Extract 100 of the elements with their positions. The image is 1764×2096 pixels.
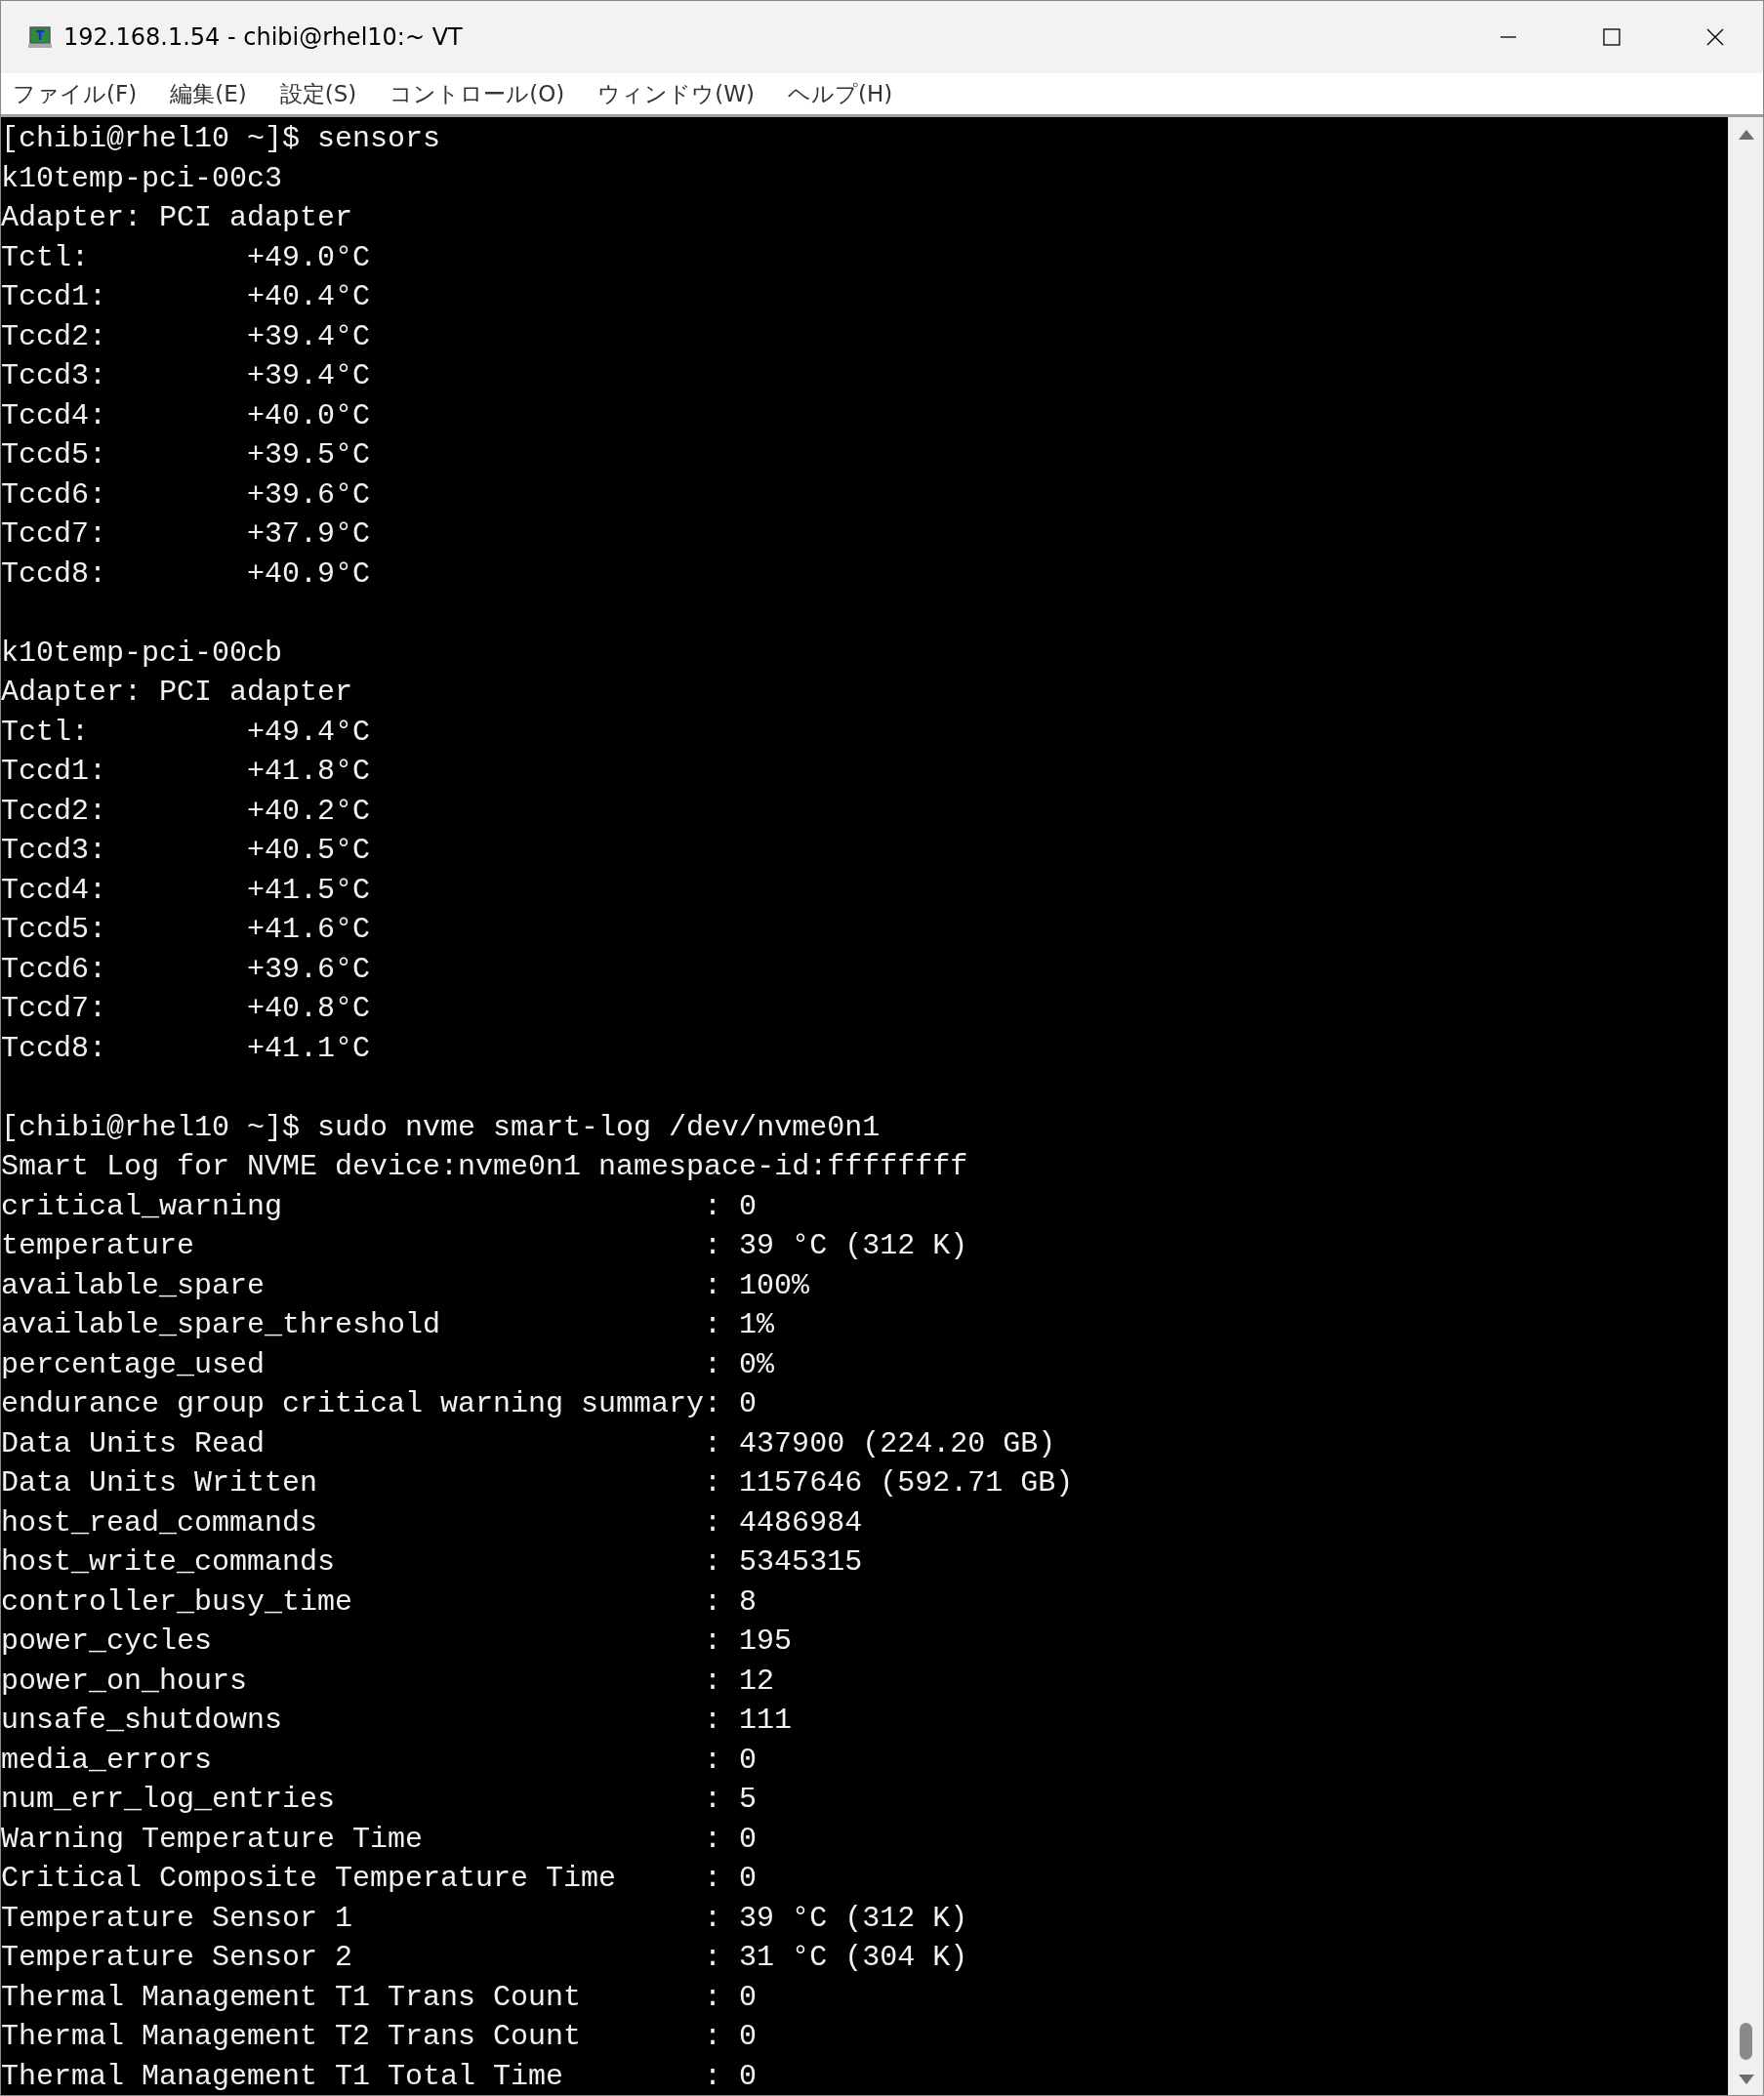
sensor-value: +39.6°C: [247, 952, 371, 986]
sensor-value: +49.0°C: [247, 240, 371, 274]
sensor-value: +39.4°C: [247, 359, 371, 392]
sensor-value: +40.4°C: [247, 280, 371, 313]
log-value: : 39 °C (312 K): [704, 1901, 968, 1935]
log-key: percentage_used: [1, 1344, 705, 1384]
log-value: : 39 °C (312 K): [704, 1229, 968, 1262]
terminal-line: Smart Log for NVME device:nvme0n1 namespace-id:ffffffff: [1, 1150, 968, 1183]
log-value: : 0: [704, 1862, 758, 1895]
terminal-line: k10temp-pci-00cb: [1, 636, 283, 670]
sensor-value: +41.5°C: [247, 873, 371, 907]
log-value: : 31 °C (304 K): [704, 1941, 968, 1974]
sensor-label: Tccd7:: [1, 991, 108, 1027]
log-value: : 5: [704, 1783, 758, 1816]
sensor-value: +40.9°C: [247, 556, 371, 591]
log-key: Thermal Management T1 Total Time: [1, 2056, 705, 2095]
log-value: : 0: [704, 1822, 758, 1856]
log-value: : 437900 (224.20 GB): [704, 1426, 1056, 1460]
log-value: : 1%: [704, 1308, 775, 1341]
scrollbar-thumb[interactable]: [1740, 2023, 1752, 2060]
terminal-line: [chibi@rhel10 ~]$ sudo nvme smart-log /dev/nvme0n1: [1, 1110, 881, 1144]
sensor-label: Tccd6:: [1, 951, 108, 988]
log-key: endurance group critical warning summary: [1, 1384, 705, 1424]
sensor-value: +40.5°C: [247, 834, 371, 867]
log-key: Thermal Management T1 Trans Count: [1, 1977, 705, 2017]
sensor-label: Tccd1:: [1, 279, 108, 315]
sensor-value: +37.9°C: [247, 517, 371, 551]
log-key: temperature: [1, 1226, 705, 1266]
log-value: : 0: [704, 2020, 758, 2053]
log-value: : 0%: [704, 1347, 775, 1381]
sensor-value: +49.4°C: [247, 715, 371, 749]
close-icon[interactable]: [1706, 28, 1724, 46]
sensor-label: Tctl:: [1, 714, 90, 751]
log-key: controller_busy_time: [1, 1582, 705, 1622]
log-key: Data Units Written: [1, 1463, 705, 1503]
sensor-label: Tccd6:: [1, 476, 108, 514]
sensor-value: +41.6°C: [247, 913, 371, 946]
scroll-down-icon[interactable]: [1737, 2074, 1755, 2085]
log-value: : 195: [704, 1624, 793, 1658]
sensor-label: Tccd2:: [1, 793, 108, 830]
maximize-icon[interactable]: [1603, 28, 1620, 46]
log-key: Critical Composite Temperature Time: [1, 1859, 705, 1899]
terminal-app-icon: [28, 25, 52, 49]
terminal-line: Adapter: PCI adapter: [1, 676, 353, 709]
log-key: critical_warning: [1, 1186, 705, 1226]
log-key: Thermal Management T2 Trans Count: [1, 2017, 705, 2057]
menu-item[interactable]: ファイル(F): [13, 78, 138, 109]
sensor-value: +40.2°C: [247, 794, 371, 828]
menu-item[interactable]: コントロール(O): [390, 78, 565, 109]
menu-item[interactable]: ウィンドウ(W): [597, 78, 755, 109]
log-value: : 0: [704, 2059, 758, 2093]
log-value: : 0: [704, 1189, 758, 1223]
sensor-value: +40.8°C: [247, 992, 371, 1025]
log-value: : 4486984: [704, 1505, 863, 1540]
log-key: num_err_log_entries: [1, 1780, 705, 1820]
log-key: Warning Temperature Time: [1, 1819, 705, 1859]
log-value: : 0: [704, 1980, 758, 2014]
sensor-value: +40.0°C: [247, 398, 371, 432]
log-value: : 1157646 (592.71 GB): [704, 1466, 1074, 1500]
log-key: host_write_commands: [1, 1542, 705, 1582]
log-key: available_spare_threshold: [1, 1305, 705, 1345]
window-title: 192.168.1.54 - chibi@rhel10:~ VT: [63, 23, 463, 51]
log-value: : 0: [704, 1387, 758, 1420]
log-value: : 8: [704, 1584, 758, 1619]
sensor-label: Tccd5:: [1, 437, 108, 473]
sensor-label: Tccd8:: [1, 555, 108, 593]
log-value: : 12: [704, 1664, 775, 1698]
sensor-value: +41.1°C: [247, 1031, 371, 1065]
sensor-value: +41.8°C: [247, 755, 371, 788]
sensor-value: +39.5°C: [247, 438, 371, 472]
scroll-up-icon[interactable]: [1737, 129, 1755, 141]
sensor-label: Tccd5:: [1, 912, 108, 948]
menu-item[interactable]: 編集(E): [170, 78, 247, 109]
log-key: host_read_commands: [1, 1502, 705, 1542]
sensor-value: +39.4°C: [247, 319, 371, 353]
sensor-label: Tccd7:: [1, 516, 108, 553]
log-key: Data Units Read: [1, 1423, 705, 1463]
sensor-label: Tccd3:: [1, 833, 108, 869]
sensor-label: Tctl:: [1, 239, 90, 276]
sensor-label: Tccd4:: [1, 872, 108, 909]
sensor-value: +39.6°C: [247, 477, 371, 512]
menu-item[interactable]: ヘルプ(H): [788, 78, 893, 109]
sensor-label: Tccd1:: [1, 754, 108, 790]
log-key: Temperature Sensor 1: [1, 1898, 705, 1938]
terminal-line: [chibi@rhel10 ~]$ sensors: [1, 122, 441, 155]
log-key: unsafe_shutdowns: [1, 1701, 705, 1741]
sensor-label: Tccd3:: [1, 358, 108, 394]
sensor-label: Tccd8:: [1, 1030, 108, 1067]
sensor-label: Tccd4:: [1, 397, 108, 434]
log-value: : 100%: [704, 1268, 810, 1302]
log-key: available_spare: [1, 1265, 705, 1305]
log-value: : 5345315: [704, 1545, 863, 1579]
menu-item[interactable]: 設定(S): [279, 78, 357, 109]
log-key: power_on_hours: [1, 1661, 705, 1701]
terminal-line: k10temp-pci-00c3: [1, 161, 283, 195]
sensor-label: Tccd2:: [1, 318, 108, 355]
log-key: Temperature Sensor 2: [1, 1938, 705, 1978]
log-key: power_cycles: [1, 1622, 705, 1662]
log-value: : 0: [704, 1743, 758, 1777]
log-value: : 111: [704, 1704, 793, 1737]
